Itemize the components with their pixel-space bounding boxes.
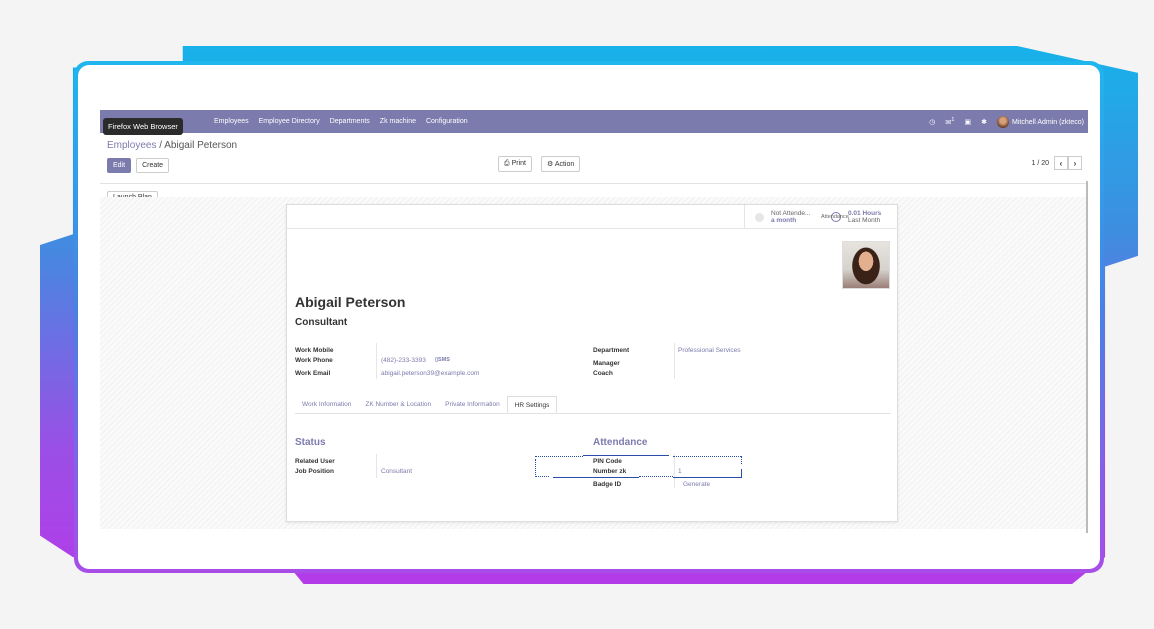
highlight-dotted-top-right <box>673 456 741 457</box>
tab-zk-number-location[interactable]: ZK Number & Location <box>358 396 438 413</box>
highlight-solid-top <box>583 455 669 456</box>
systray: ◷ ✉1 ▣ ✱ Mitchell Admin (zkteco) <box>929 115 1088 128</box>
coach-label: Coach <box>593 370 613 377</box>
presence-smart-button[interactable]: Not Attende... a month <box>744 205 821 229</box>
attendance-section-title: Attendance <box>593 437 648 448</box>
browser-tooltip: Firefox Web Browser <box>103 118 183 135</box>
action-label: Action <box>554 161 575 168</box>
pager-previous[interactable]: ‹ <box>1054 156 1068 170</box>
hours-period: Last Month <box>848 217 881 224</box>
presence-line1: Not Attende... <box>771 210 811 217</box>
department-label: Department <box>593 347 630 354</box>
menu-zk-machine[interactable]: Zk machine <box>380 118 416 125</box>
highlight-dotted-left <box>535 459 536 475</box>
action-button[interactable]: ⚙ Action <box>540 156 581 172</box>
chevron-left-icon: ‹ <box>1059 158 1063 168</box>
field-divider-right <box>674 343 675 379</box>
chat-count: 1 <box>951 116 955 123</box>
attendance-divider <box>674 454 675 488</box>
pager-next[interactable]: › <box>1068 156 1082 170</box>
smart-button-box: Not Attende... a month Attendance 0.01 H… <box>287 205 897 229</box>
work-email-label: Work Email <box>295 370 331 377</box>
chat-icon[interactable]: ✉1 <box>945 117 954 126</box>
gift-icon[interactable]: ▣ <box>965 118 972 126</box>
presence-status-icon <box>755 213 764 222</box>
pager-value[interactable]: 1 / 20 <box>1031 160 1049 167</box>
clock-icon[interactable]: ◷ <box>929 118 935 126</box>
app-window: Firefox Web Browser Employees Employee D… <box>100 110 1088 533</box>
breadcrumb-current: Abigail Peterson <box>164 140 238 151</box>
top-navbar: Employees Employee Directory Departments… <box>100 110 1088 133</box>
attendance-overlay-label: Attendance <box>821 214 849 220</box>
work-phone-value[interactable]: (482)-233-3393 <box>381 357 426 364</box>
breadcrumb-separator: / <box>159 140 163 151</box>
print-label: Print <box>511 160 526 167</box>
user-name: Mitchell Admin (zkteco) <box>1012 118 1084 126</box>
tab-hr-settings[interactable]: HR Settings <box>506 396 558 413</box>
status-divider <box>376 454 377 478</box>
badge-id-label: Badge ID <box>593 481 622 488</box>
employee-job-title[interactable]: Consultant <box>295 317 347 328</box>
user-menu[interactable]: Mitchell Admin (zkteco) <box>997 115 1084 128</box>
breadcrumb-employees[interactable]: Employees <box>107 140 156 151</box>
work-phone-label: Work Phone <box>295 357 333 364</box>
generate-badge-button[interactable]: Generate <box>683 481 710 488</box>
edit-button[interactable]: Edit <box>107 158 132 173</box>
menu-departments[interactable]: Departments <box>330 118 370 125</box>
breadcrumb: Employees / Abigail Peterson <box>100 133 1088 151</box>
work-mobile-label: Work Mobile <box>295 347 334 354</box>
highlight-solid-bottom <box>553 477 639 478</box>
highlight-dotted-bottom-left <box>535 476 549 477</box>
menu-employee-directory[interactable]: Employee Directory <box>259 118 320 125</box>
notebook-tabs: Work Information ZK Number & Location Pr… <box>295 396 891 414</box>
related-user-label: Related User <box>295 458 335 465</box>
highlight-dotted-bottom-mid <box>639 476 673 477</box>
form-sheet: Not Attende... a month Attendance 0.01 H… <box>286 204 898 522</box>
main-menu: Employees Employee Directory Departments… <box>214 118 468 125</box>
action-buttons: ⎙ Print ⚙ Action <box>498 156 581 172</box>
manager-label: Manager <box>593 360 620 367</box>
number-zk-label: Number zk <box>593 468 627 475</box>
gear-icon: ⚙ <box>546 161 554 168</box>
print-button[interactable]: ⎙ Print <box>498 156 532 172</box>
print-icon: ⎙ <box>504 160 510 167</box>
sms-label: SMS <box>438 357 450 363</box>
job-position-value[interactable]: Consultant <box>381 468 412 475</box>
status-section-title: Status <box>295 437 326 448</box>
employee-photo[interactable] <box>842 241 890 289</box>
job-position-label: Job Position <box>295 468 334 475</box>
form-background: Not Attende... a month Attendance 0.01 H… <box>100 197 1086 529</box>
highlight-dotted-top-left <box>535 456 583 457</box>
pager: 1 / 20 ‹ › <box>1031 156 1082 170</box>
highlight-dotted-right <box>741 456 742 464</box>
menu-configuration[interactable]: Configuration <box>426 118 468 125</box>
bug-icon[interactable]: ✱ <box>981 118 987 126</box>
sms-button[interactable]: ▯SMS <box>435 357 450 363</box>
presence-line2: a month <box>771 217 797 224</box>
tab-work-information[interactable]: Work Information <box>295 396 358 413</box>
field-divider-left <box>376 343 377 379</box>
pin-code-label: PIN Code <box>593 458 622 465</box>
highlight-solid-bottom-right <box>673 477 741 478</box>
chevron-right-icon: › <box>1073 158 1077 168</box>
number-zk-input[interactable]: 1 <box>678 468 682 475</box>
employee-name[interactable]: Abigail Peterson <box>295 294 405 310</box>
hours-smart-button[interactable]: Attendance 0.01 Hours Last Month <box>821 205 899 229</box>
work-email-value[interactable]: abigail.peterson39@example.com <box>381 370 479 377</box>
menu-employees[interactable]: Employees <box>214 118 249 125</box>
hours-value: 0.01 Hours <box>848 210 882 217</box>
scrollbar[interactable] <box>1086 181 1088 533</box>
tab-private-information[interactable]: Private Information <box>438 396 507 413</box>
control-panel: Edit Create ⎙ Print ⚙ Action 1 / 20 ‹ › <box>100 151 1088 175</box>
department-value[interactable]: Professional Services <box>678 347 741 354</box>
create-button[interactable]: Create <box>136 158 170 173</box>
avatar <box>997 115 1010 128</box>
highlight-solid-right <box>741 469 742 478</box>
